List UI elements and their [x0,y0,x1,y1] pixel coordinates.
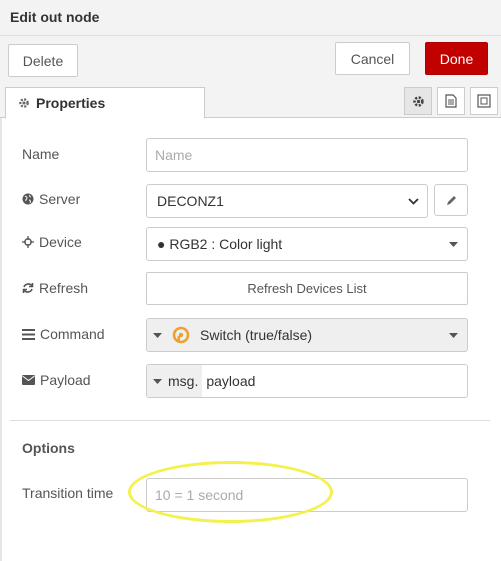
caret-down-icon[interactable] [147,319,166,351]
highlight-ellipse [128,461,333,523]
gear-icon [19,98,29,108]
globe-icon [22,193,34,205]
server-select[interactable]: DECONZ1 [146,184,428,218]
payload-label: Payload [22,363,91,397]
chevron-down-icon [399,197,427,205]
refresh-label: Refresh [22,271,88,305]
gear-icon [412,95,424,107]
payload-field[interactable]: msg. payload [146,364,468,398]
tab-properties-label: Properties [36,95,106,111]
caret-down-icon [153,378,162,384]
name-label: Name [22,137,59,171]
command-select[interactable]: Switch (true/false) [146,318,468,352]
command-label: Command [22,317,105,351]
refresh-devices-button[interactable]: Refresh Devices List [146,272,468,305]
transition-label: Transition time [22,476,113,510]
pencil-icon [446,195,456,205]
refresh-icon [22,283,34,293]
command-value: Switch (true/false) [200,327,313,343]
section-divider [10,420,490,421]
done-button[interactable]: Done [425,42,488,75]
refresh-label-text: Refresh [39,280,89,296]
payload-type-selector[interactable]: msg. [147,365,203,397]
payload-value[interactable]: payload [202,373,255,389]
server-value: DECONZ1 [157,193,224,209]
tab-properties[interactable]: Properties [5,87,205,119]
name-label-text: Name [22,146,60,162]
name-field[interactable] [146,138,468,172]
server-label-text: Server [39,191,81,207]
tab-bar: Properties [0,84,501,119]
server-label: Server [22,182,80,216]
caret-down-icon [439,241,467,247]
list-icon [22,328,35,340]
device-value: ● RGB2 : Color light [157,236,283,252]
panel-edge [0,118,2,561]
delete-button[interactable]: Delete [8,44,78,77]
dialog-title: Edit out node [10,9,100,25]
name-input[interactable] [147,139,467,171]
tab-appearance[interactable] [470,87,498,115]
device-select[interactable]: ● RGB2 : Color light [146,227,468,261]
file-text-icon [445,94,457,108]
transition-label-text: Transition time [22,485,114,501]
options-heading: Options [22,440,75,456]
cancel-button[interactable]: Cancel [335,42,410,75]
device-label: Device [22,225,82,259]
crosshairs-icon [22,236,34,248]
device-label-text: Device [39,234,82,250]
toggle-type-icon [166,326,196,344]
frame-icon [477,94,491,108]
tab-description[interactable] [437,87,465,115]
payload-type-prefix: msg. [168,373,199,389]
dialog-toolbar: Delete Cancel Done [0,36,501,84]
dialog-titlebar: Edit out node [0,0,501,36]
envelope-icon [22,375,35,385]
edit-server-button[interactable] [434,184,468,216]
tab-settings[interactable] [404,87,432,115]
command-label-text: Command [40,326,105,342]
caret-down-icon [439,332,467,338]
payload-label-text: Payload [40,372,91,388]
